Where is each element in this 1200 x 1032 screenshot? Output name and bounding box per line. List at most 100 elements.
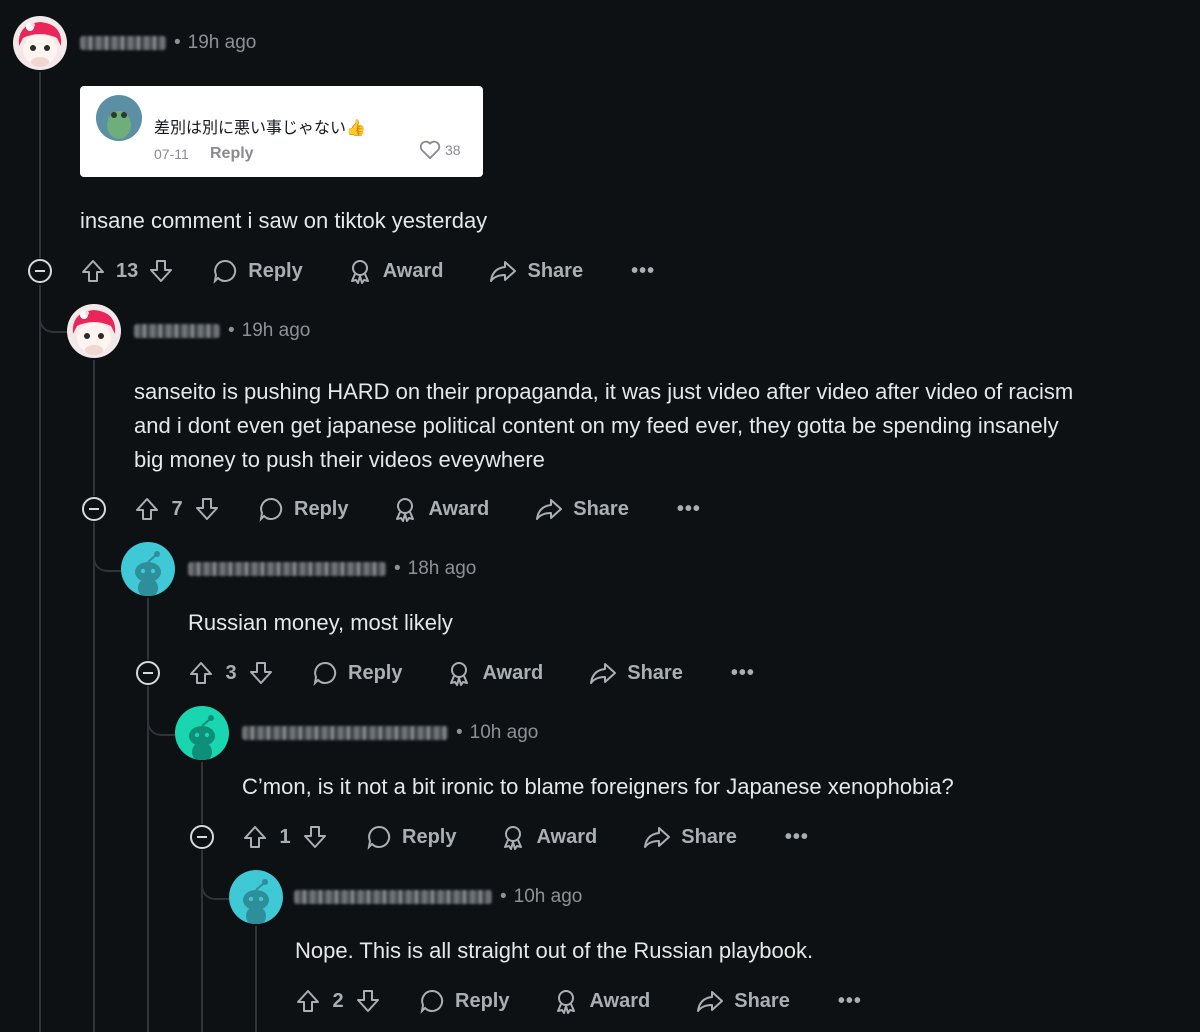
reply-button[interactable]: Reply (312, 660, 402, 686)
share-button[interactable]: Share (589, 660, 683, 686)
comment-body: Russian money, most likely (188, 610, 453, 635)
collapse-icon[interactable] (28, 259, 52, 283)
timestamp: 19h ago (187, 32, 257, 53)
downvote-icon[interactable] (194, 496, 220, 522)
embed-likes: 38 (419, 140, 461, 160)
award-button[interactable]: Award (500, 824, 597, 850)
share-arrow-icon (590, 663, 617, 684)
username-blurred[interactable] (294, 890, 492, 904)
share-button[interactable]: Share (643, 824, 737, 850)
vote-group: 3 (188, 660, 274, 686)
comment-meta: • 10h ago (242, 722, 538, 744)
more-icon[interactable]: ••• (838, 990, 862, 1013)
frog-avatar-icon (107, 111, 131, 139)
share-button[interactable]: Share (535, 496, 629, 522)
share-button[interactable]: Share (489, 258, 583, 284)
reply-label: Reply (455, 989, 510, 1012)
snoo-avatar-icon (243, 879, 269, 924)
reply-button[interactable]: Reply (366, 824, 456, 850)
upvote-icon[interactable] (80, 258, 106, 284)
award-label: Award (589, 989, 651, 1012)
avatar[interactable] (121, 542, 175, 596)
reply-button[interactable]: Reply (419, 988, 509, 1014)
upvote-icon[interactable] (242, 824, 268, 850)
thread-line-2 (93, 360, 95, 496)
reply-bubble-icon (367, 825, 391, 850)
upvote-icon[interactable] (295, 988, 321, 1014)
comment-body-line: big money to push their videos eveywhere (134, 447, 545, 472)
comment-actions: 1 Reply Award Share ••• (242, 817, 809, 857)
avatar[interactable] (229, 870, 283, 924)
reply-label: Reply (248, 259, 303, 282)
thread-line-5 (255, 926, 257, 1032)
reply-label: Reply (294, 497, 349, 520)
more-icon[interactable]: ••• (631, 260, 655, 283)
share-label: Share (734, 989, 790, 1012)
collapse-icon[interactable] (136, 661, 160, 685)
more-icon[interactable]: ••• (731, 662, 755, 685)
share-label: Share (627, 661, 683, 684)
award-icon (557, 990, 576, 1014)
username-blurred[interactable] (134, 324, 220, 338)
username-blurred[interactable] (80, 36, 166, 50)
thread-elbow-5 (201, 850, 229, 900)
reply-button[interactable]: Reply (212, 258, 303, 284)
thread-elbow-4 (147, 686, 175, 736)
award-icon (504, 826, 523, 850)
embedded-tiktok-comment: 差別は別に悪い事じゃない👍 07-11 Reply 38 (80, 86, 483, 177)
timestamp: 10h ago (469, 722, 539, 743)
timestamp: 19h ago (241, 320, 311, 341)
timestamp: 18h ago (407, 558, 477, 579)
collapse-icon[interactable] (190, 825, 214, 849)
award-button[interactable]: Award (392, 496, 489, 522)
snoo-avatar-icon (189, 715, 215, 760)
share-arrow-icon (490, 261, 517, 282)
comment-body-line: and i dont even get japanese political c… (134, 413, 1059, 438)
separator-dot: • (394, 558, 401, 579)
separator-dot: • (174, 32, 181, 53)
downvote-icon[interactable] (355, 988, 381, 1014)
share-button[interactable]: Share (696, 988, 790, 1014)
thread-line-3 (147, 598, 149, 660)
collapse-icon[interactable] (82, 497, 106, 521)
username-blurred[interactable] (242, 726, 448, 740)
avatar[interactable] (67, 304, 121, 358)
thread-line-1 (39, 72, 41, 258)
thread-line-2b (93, 522, 95, 1032)
comment-meta: • 19h ago (134, 320, 310, 342)
vote-group: 1 (242, 824, 328, 850)
anime-avatar-icon (13, 16, 67, 70)
reply-bubble-icon (259, 497, 283, 522)
award-icon (350, 260, 369, 284)
username-blurred[interactable] (188, 562, 386, 576)
comment-actions: 13 Reply Award Share ••• (80, 251, 655, 291)
more-icon[interactable]: ••• (785, 826, 809, 849)
share-label: Share (573, 497, 629, 520)
reply-label: Reply (402, 825, 457, 848)
reply-button[interactable]: Reply (258, 496, 348, 522)
downvote-icon[interactable] (148, 258, 174, 284)
comment-meta: • 19h ago (80, 32, 256, 54)
thread-elbow-2 (39, 285, 67, 333)
avatar[interactable] (175, 706, 229, 760)
comment-meta: • 10h ago (294, 886, 582, 908)
award-button[interactable]: Award (446, 660, 543, 686)
comment-body: C’mon, is it not a bit ironic to blame f… (242, 774, 954, 799)
more-icon[interactable]: ••• (677, 498, 701, 521)
share-arrow-icon (697, 991, 724, 1012)
upvote-icon[interactable] (134, 496, 160, 522)
upvote-icon[interactable] (188, 660, 214, 686)
embed-comment-text: 差別は別に悪い事じゃない👍 (154, 118, 366, 137)
downvote-icon[interactable] (248, 660, 274, 686)
separator-dot: • (456, 722, 463, 743)
comment-meta: • 18h ago (188, 558, 476, 580)
share-arrow-icon (644, 827, 671, 848)
comment-body: Nope. This is all straight out of the Ru… (295, 938, 814, 963)
downvote-icon[interactable] (302, 824, 328, 850)
award-button[interactable]: Award (347, 258, 443, 284)
award-label: Award (482, 661, 544, 684)
award-button[interactable]: Award (553, 988, 650, 1014)
award-label: Award (536, 825, 598, 848)
avatar[interactable] (13, 16, 67, 70)
embed-avatar (96, 95, 142, 141)
